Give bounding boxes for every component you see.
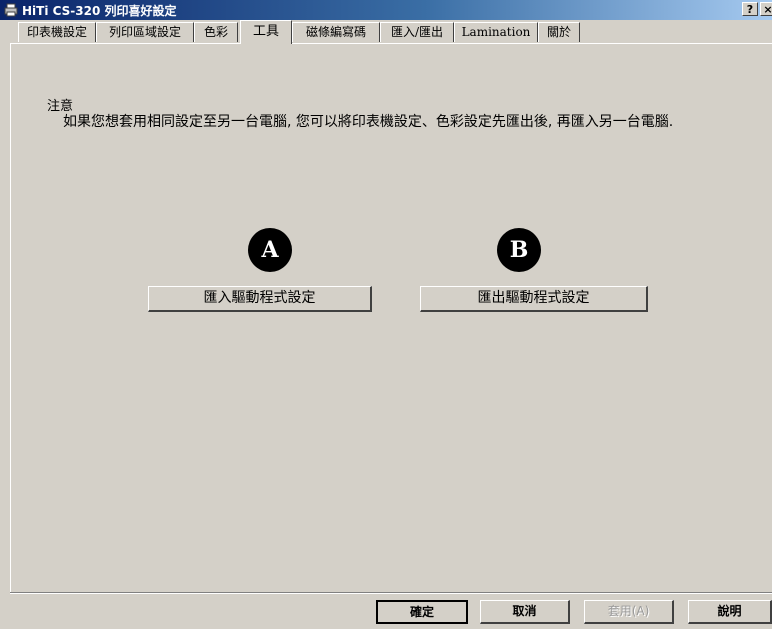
marker-a: A <box>248 228 292 272</box>
tab-print-area[interactable]: 列印區域設定 <box>96 22 194 42</box>
tab-color[interactable]: 色彩 <box>194 22 238 42</box>
title-bar: HiTi CS-320 列印喜好設定 ? × <box>0 0 772 20</box>
marker-b: B <box>497 228 541 272</box>
tab-about[interactable]: 關於 <box>538 22 580 42</box>
help-button[interactable]: 說明 <box>688 600 772 624</box>
cancel-button[interactable]: 取消 <box>480 600 570 624</box>
tab-magnetic-encoding[interactable]: 磁條編寫碼 <box>292 22 380 42</box>
help-title-button[interactable]: ? <box>742 2 758 16</box>
import-driver-settings-button[interactable]: 匯入驅動程式設定 <box>148 286 372 312</box>
tab-import-export[interactable]: 匯入/匯出 <box>380 22 454 42</box>
tab-tools[interactable]: 工具 <box>240 20 292 44</box>
close-button[interactable]: × <box>760 2 772 16</box>
printer-app-icon <box>4 3 18 17</box>
export-driver-settings-button[interactable]: 匯出驅動程式設定 <box>420 286 648 312</box>
tab-lamination[interactable]: Lamination <box>454 22 538 42</box>
note-body: 如果您想套用相同設定至另一台電腦, 您可以將印表機設定、色彩設定先匯出後, 再匯… <box>63 114 674 130</box>
window-title: HiTi CS-320 列印喜好設定 <box>22 4 177 18</box>
footer-separator <box>10 592 772 594</box>
apply-button[interactable]: 套用(A) <box>584 600 674 624</box>
ok-button[interactable]: 確定 <box>376 600 468 624</box>
tab-printer-settings[interactable]: 印表機設定 <box>18 22 96 42</box>
